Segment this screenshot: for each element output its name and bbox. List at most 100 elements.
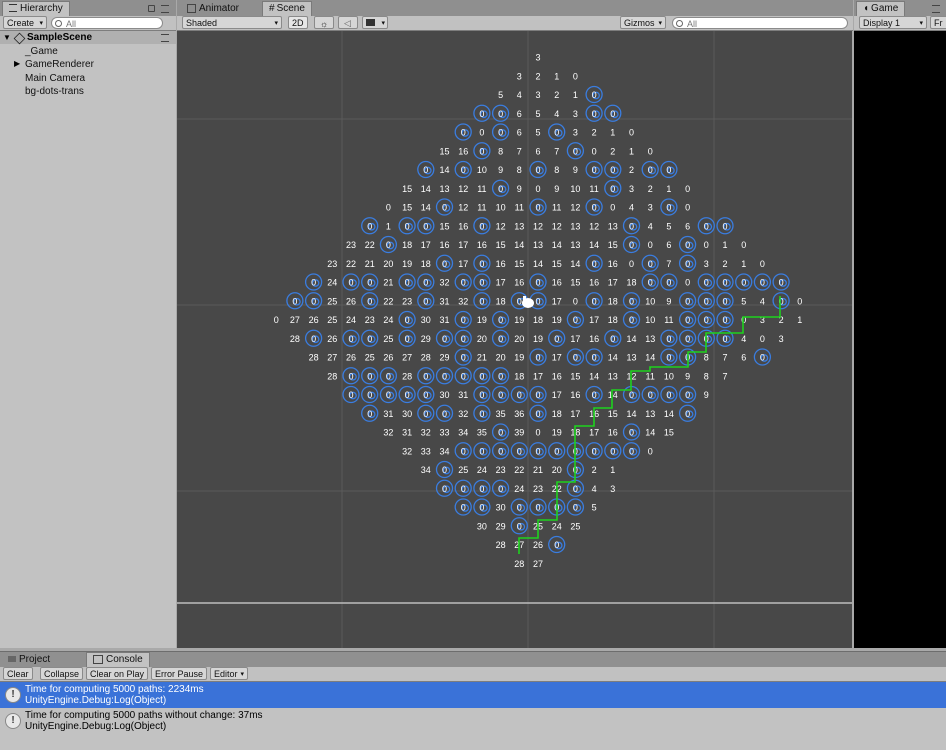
cell-value: 0 [666, 165, 671, 175]
cell-value: 16 [477, 240, 487, 250]
hierarchy-item-bg-dots-trans[interactable]: bg-dots-trans [25, 86, 84, 97]
cell-value: 0 [685, 203, 690, 213]
cell-value: 0 [610, 203, 615, 213]
cell-value: 2 [554, 90, 559, 100]
cell-value: 10 [664, 371, 674, 381]
cell-value: 17 [458, 240, 468, 250]
cell-value: 14 [626, 409, 636, 419]
cell-value: 28 [402, 371, 412, 381]
cell-value: 0 [554, 334, 559, 344]
cell-value: 0 [535, 165, 540, 175]
cell-value: 0 [461, 353, 466, 363]
cell-value: 0 [685, 184, 690, 194]
cell-value: 8 [554, 165, 559, 175]
cell-value: 2 [592, 128, 597, 138]
cell-value: 15 [402, 203, 412, 213]
console-collapse-button[interactable]: Collapse [40, 667, 84, 680]
cell-value: 4 [629, 203, 634, 213]
console-entry[interactable]: ! Time for computing 5000 paths without … [0, 708, 946, 734]
cell-value: 7 [517, 146, 522, 156]
display-dropdown[interactable]: Display 1 ▾ [859, 16, 927, 29]
cell-value: 33 [439, 428, 449, 438]
console-error-pause-button[interactable]: Error Pause [151, 667, 208, 680]
cell-value: 14 [570, 259, 580, 269]
cell-value: 0 [405, 315, 410, 325]
hierarchy-item-gamerenderer[interactable]: GameRenderer [25, 59, 94, 70]
cell-value: 7 [666, 259, 671, 269]
scene-row[interactable]: ▼ SampleScene [0, 31, 176, 45]
console-entry[interactable]: ! Time for computing 5000 paths: 2234ms … [0, 682, 946, 708]
cell-value: 0 [367, 409, 372, 419]
cell-value: 0 [610, 165, 615, 175]
cell-value: 25 [383, 334, 393, 344]
cell-value: 0 [573, 296, 578, 306]
tab-project[interactable]: Project [2, 653, 56, 667]
expand-arrow-icon[interactable]: ▶ [14, 59, 20, 68]
lock-icon[interactable] [148, 5, 155, 12]
cell-value: 2 [610, 146, 615, 156]
cell-value: 0 [535, 203, 540, 213]
panel-menu-icon[interactable] [932, 5, 940, 13]
expand-arrow-icon[interactable]: ▼ [3, 33, 11, 42]
cell-value: 12 [552, 221, 562, 231]
cell-value: 1 [629, 146, 634, 156]
search-icon [55, 20, 62, 27]
create-button[interactable]: Create ▾ [3, 16, 47, 29]
cell-value: 0 [554, 128, 559, 138]
cell-value: 0 [685, 240, 690, 250]
cell-value: 0 [367, 221, 372, 231]
cell-value: 26 [346, 296, 356, 306]
console-editor-dropdown[interactable]: Editor ▾ [210, 667, 248, 680]
cell-value: 0 [498, 390, 503, 400]
cell-value: 20 [477, 334, 487, 344]
scene-search-input[interactable]: All [672, 17, 848, 29]
cell-value: 18 [608, 315, 618, 325]
cell-value: 24 [514, 484, 524, 494]
cell-value: 31 [439, 315, 449, 325]
cell-value: 1 [610, 465, 615, 475]
chevron-down-icon: ▾ [274, 20, 278, 27]
cell-value: 28 [290, 334, 300, 344]
audio-toggle-button[interactable]: ◁ [338, 16, 358, 29]
cell-value: 32 [439, 278, 449, 288]
lighting-toggle-button[interactable]: ☼ [314, 16, 334, 29]
cell-value: 0 [386, 390, 391, 400]
cell-value: 16 [552, 371, 562, 381]
cell-value: 14 [645, 353, 655, 363]
gizmos-dropdown[interactable]: Gizmos ▾ [620, 16, 666, 29]
console-icon [93, 654, 103, 664]
scene-viewport[interactable]: 3 3 2 1 0 5 4 3 2 1 0 0 0 6 5 4 3 0 0 0 0 0 6 5 0 3 2 1 0 15 16 0 8 7 6 7 0 0… [177, 31, 852, 648]
cell-value: 35 [477, 428, 487, 438]
console-clear-button[interactable]: Clear [3, 667, 33, 680]
tab-animator[interactable]: Animator [181, 2, 245, 16]
console-clear-on-play-button[interactable]: Clear on Play [86, 667, 149, 680]
effects-dropdown[interactable]: ▾ [362, 16, 388, 29]
cell-value: 0 [292, 296, 297, 306]
hierarchy-item-main-camera[interactable]: Main Camera [25, 73, 85, 84]
cell-value: 25 [327, 315, 337, 325]
cell-value: 13 [570, 240, 580, 250]
cell-value: 0 [629, 240, 634, 250]
panel-menu-icon[interactable] [161, 5, 169, 13]
cell-value: 0 [423, 278, 428, 288]
cell-value: 0 [479, 278, 484, 288]
cell-value: 0 [405, 390, 410, 400]
hierarchy-search-input[interactable]: All [51, 17, 163, 29]
cell-value: 1 [741, 259, 746, 269]
cell-value: 22 [346, 259, 356, 269]
cell-value: 0 [479, 109, 484, 119]
cell-value: 15 [664, 428, 674, 438]
cell-value: 33 [421, 446, 431, 456]
cell-value: 22 [383, 296, 393, 306]
cell-value: 14 [626, 334, 636, 344]
hierarchy-item-game[interactable]: _Game [25, 46, 58, 57]
cell-value: 13 [645, 409, 655, 419]
scene-menu-icon[interactable] [161, 34, 169, 42]
game-view[interactable] [854, 31, 946, 648]
cell-value: 12 [458, 203, 468, 213]
cell-value: 21 [477, 353, 487, 363]
shading-mode-dropdown[interactable]: Shaded ▾ [182, 16, 282, 29]
toggle-2d-button[interactable]: 2D [288, 16, 308, 29]
free-aspect-dropdown[interactable]: Fr [930, 16, 946, 29]
cell-value: 0 [517, 521, 522, 531]
